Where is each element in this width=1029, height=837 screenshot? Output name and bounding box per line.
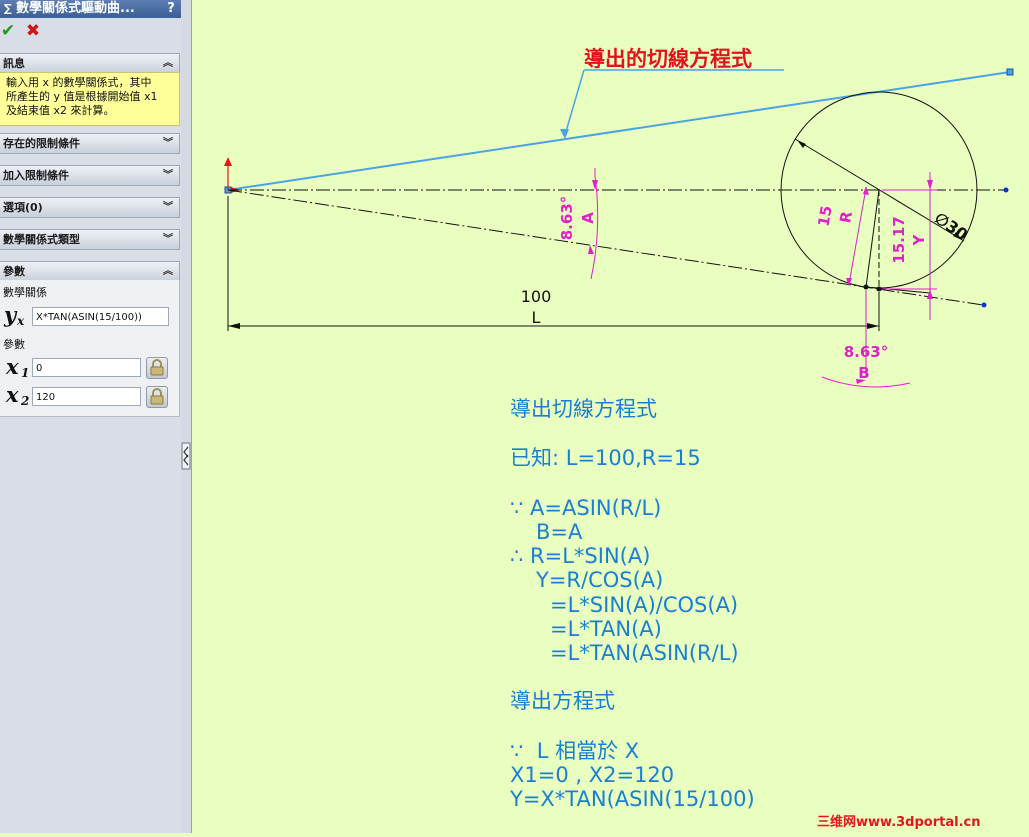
centerline-endpoint[interactable] — [981, 302, 987, 308]
dim-angle-a-arc — [590, 175, 599, 280]
tangent-line[interactable] — [227, 71, 1011, 191]
dim-angle-b-name[interactable]: B — [858, 364, 869, 382]
arrow-head-icon — [560, 129, 569, 139]
arrow-head-icon — [797, 140, 806, 148]
arrow-head-icon — [592, 180, 598, 190]
arrow-head-icon — [927, 289, 933, 299]
derivation-line[interactable]: B=A — [536, 520, 582, 544]
callout-leader — [564, 69, 585, 136]
dim-y-name[interactable]: Y — [910, 233, 928, 246]
arrow-head-icon — [927, 180, 933, 190]
dim-y-value[interactable]: 15.17 — [890, 216, 908, 263]
derivation-line[interactable]: ∵ A=ASIN(R/L) — [510, 496, 661, 520]
derivation-line[interactable]: ∵ L 相當於 X — [510, 739, 639, 763]
callout-note[interactable]: 導出的切線方程式 — [584, 47, 752, 71]
intersection-point[interactable] — [876, 286, 882, 292]
centerline-endpoint[interactable] — [1003, 187, 1009, 193]
radius-line[interactable] — [865, 189, 880, 288]
dim-angle-a-value[interactable]: 8.63° — [558, 196, 576, 241]
dim-length-value[interactable]: 100 — [521, 287, 552, 306]
end-point[interactable] — [1006, 68, 1014, 76]
dim-radius-value[interactable]: 15 — [814, 204, 835, 228]
dim-angle-b-value[interactable]: 8.63° — [844, 343, 889, 361]
derivation-line[interactable]: =L*TAN(ASIN(R/L) — [550, 641, 739, 665]
watermark: 三维网www.3dportal.cn — [817, 815, 981, 830]
dim-radius-line — [848, 187, 867, 285]
arrow-head-icon — [228, 323, 240, 329]
arrow-head-icon — [867, 323, 879, 329]
dim-angle-a-name[interactable]: A — [579, 212, 597, 224]
dim-radius-name[interactable]: R — [836, 209, 856, 224]
derivation-line[interactable]: 已知: L=100,R=15 — [510, 446, 701, 470]
derivation-line[interactable]: =L*SIN(A)/COS(A) — [550, 593, 738, 617]
derivation-line[interactable]: Y=R/COS(A) — [536, 568, 663, 592]
derivation-line[interactable]: ∴ R=L*SIN(A) — [510, 544, 650, 568]
arrow-head-icon — [846, 278, 852, 286]
derivation-line[interactable]: X1=0 , X2=120 — [510, 763, 674, 787]
tangent-point[interactable] — [863, 284, 869, 290]
derivation-heading[interactable]: 導出切線方程式 — [510, 397, 657, 421]
derivation-line[interactable]: Y=X*TAN(ASIN(15/100) — [510, 787, 755, 811]
dim-diameter-value[interactable]: ∅30 — [931, 208, 971, 244]
dim-length-name[interactable]: L — [532, 308, 541, 327]
derivation-line[interactable]: =L*TAN(A) — [550, 617, 662, 641]
arrow-head-icon — [588, 245, 594, 254]
derivation-heading[interactable]: 導出方程式 — [510, 689, 615, 713]
origin-arrow-head-icon — [224, 157, 232, 166]
